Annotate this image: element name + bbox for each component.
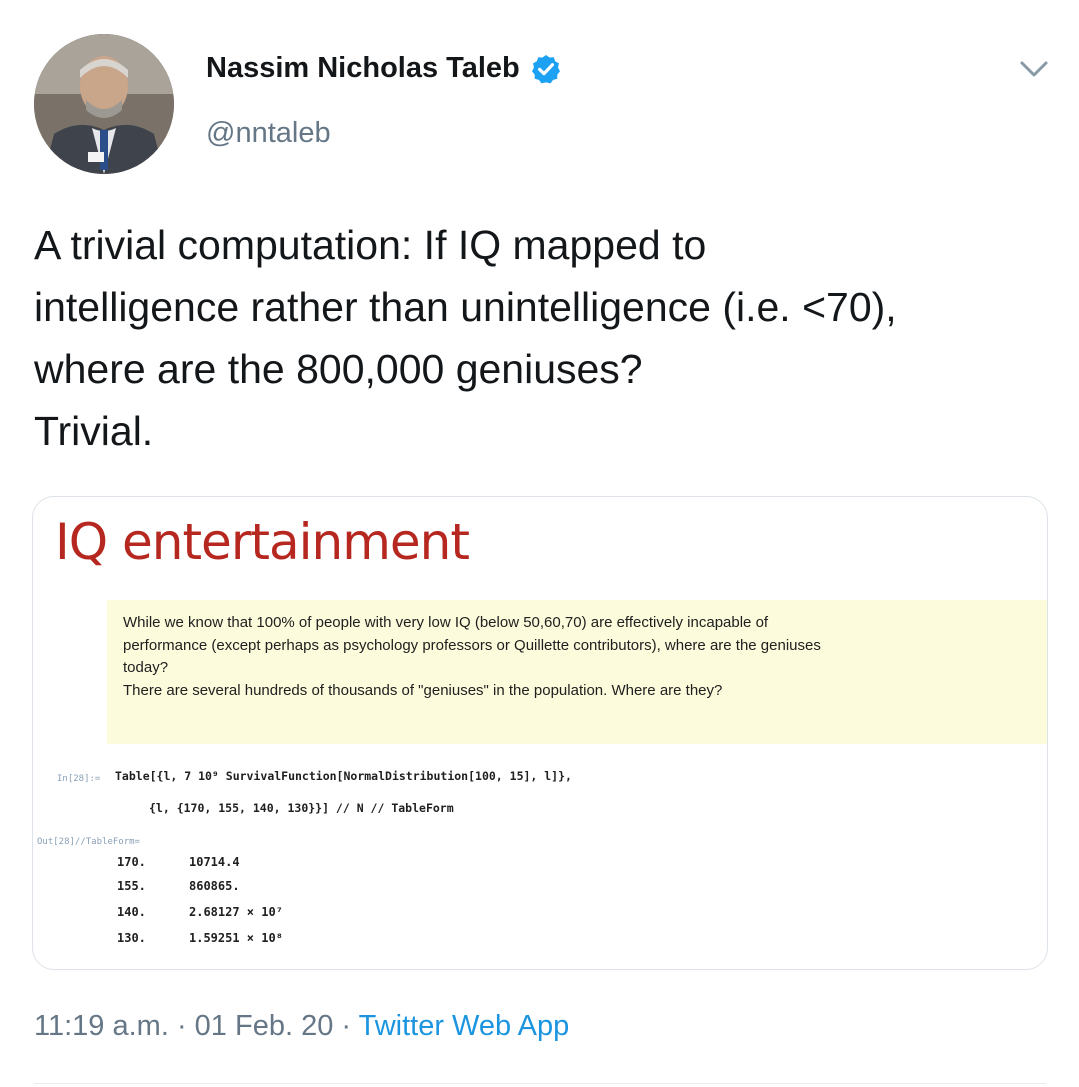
author-handle[interactable]: @nntaleb: [206, 117, 331, 150]
table-cell-iq: 155.: [117, 879, 146, 893]
verified-badge-icon: [531, 54, 560, 83]
table-cell-iq: 140.: [117, 905, 146, 919]
tweet-line: A trivial computation: If IQ mapped to: [34, 222, 707, 268]
note-line: today?: [123, 659, 169, 676]
tweet-source-link[interactable]: Twitter Web App: [359, 1010, 570, 1042]
table-cell-iq: 170.: [117, 855, 146, 869]
tweet-date[interactable]: 01 Feb. 20: [195, 1010, 334, 1042]
note-line: There are several hundreds of thousands …: [123, 681, 723, 699]
tweet-line: intelligence rather than unintelligence …: [34, 284, 897, 330]
table-cell-count: 860865.: [189, 879, 240, 893]
chevron-down-icon[interactable]: [1016, 55, 1052, 85]
table-cell-count: 10714.4: [189, 855, 240, 869]
code-line-2: {l, {170, 155, 140, 130}}] // N // Table…: [149, 801, 454, 815]
media-title: IQ entertainment: [55, 513, 470, 571]
divider: [34, 1083, 1046, 1084]
table-cell-count: 2.68127 × 10⁷: [189, 905, 283, 919]
output-label: Out[28]//TableForm=: [37, 837, 140, 847]
note-line: performance (except perhaps as psycholog…: [123, 636, 821, 654]
author-name[interactable]: Nassim Nicholas Taleb: [206, 52, 520, 85]
tweet-time[interactable]: 11:19 a.m.: [34, 1010, 169, 1042]
tweet-text: A trivial computation: If IQ mapped to i…: [34, 214, 1054, 462]
tweet-line: Trivial.: [34, 408, 154, 454]
table-cell-count: 1.59251 × 10⁸: [189, 931, 283, 945]
media-note-box: While we know that 100% of people with v…: [107, 600, 1047, 744]
table-cell-iq: 130.: [117, 931, 146, 945]
input-label: In[28]:=: [57, 774, 101, 784]
tweet-media-image[interactable]: IQ entertainment While we know that 100%…: [32, 496, 1048, 970]
meta-separator: ·: [168, 1010, 195, 1042]
avatar[interactable]: [34, 34, 174, 174]
tweet-line: where are the 800,000 geniuses?: [34, 346, 643, 392]
meta-separator: ·: [333, 1010, 359, 1042]
avatar-photo-icon: [34, 34, 174, 174]
note-line: While we know that 100% of people with v…: [123, 614, 769, 631]
code-line-1: Table[{l, 7 10⁹ SurvivalFunction[NormalD…: [115, 769, 572, 783]
tweet-meta: 11:19 a.m. · 01 Feb. 20 · Twitter Web Ap…: [34, 1010, 569, 1043]
author-name-row[interactable]: Nassim Nicholas Taleb: [206, 52, 562, 85]
